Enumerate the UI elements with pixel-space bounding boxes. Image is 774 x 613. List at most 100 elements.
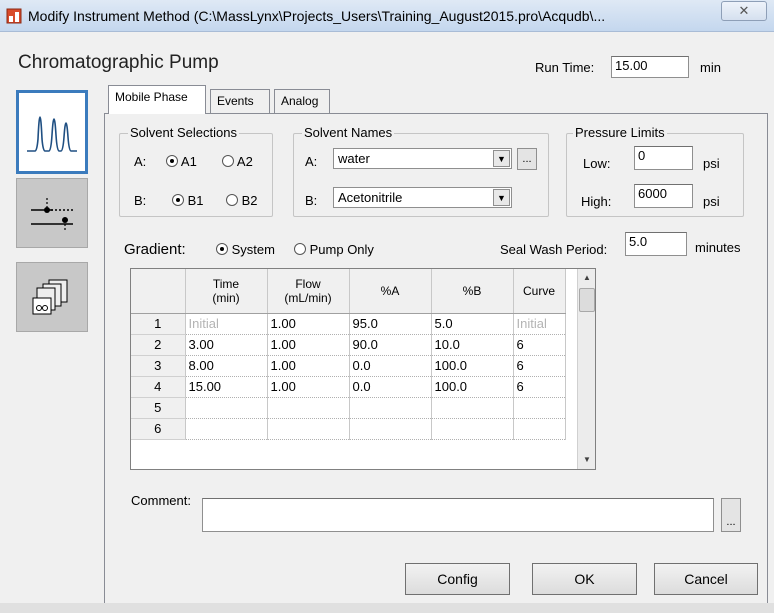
radio-b2-circle[interactable] — [226, 194, 238, 206]
valve-icon — [31, 198, 73, 232]
radio-a1[interactable]: A1 — [166, 154, 197, 169]
seal-wash-unit: minutes — [695, 240, 741, 255]
row-number: 5 — [131, 397, 186, 419]
sidebar-item-chromatogram[interactable] — [16, 90, 88, 174]
gradient-table[interactable]: Time (min) Flow (mL/min) %A %B Curve 1 In… — [130, 268, 596, 470]
tab-events[interactable]: Events — [210, 89, 270, 113]
scroll-up-icon[interactable]: ▲ — [578, 269, 595, 287]
gradient-label: Gradient: — [124, 241, 186, 258]
table-row[interactable]: 4 15.00 1.00 0.0 100.0 6 — [131, 376, 566, 398]
chromatogram-icon — [27, 116, 77, 152]
table-header-row: Time (min) Flow (mL/min) %A %B Curve — [131, 269, 566, 314]
percent-b-cell[interactable]: 100.0 — [431, 355, 514, 377]
percent-a-cell[interactable]: 0.0 — [349, 355, 432, 377]
radio-pump-only-label: Pump Only — [309, 242, 374, 257]
percent-b-cell[interactable]: 5.0 — [431, 313, 514, 335]
close-button[interactable]: ✕ — [721, 1, 767, 21]
radio-a1-circle[interactable] — [166, 155, 178, 167]
percent-a-cell[interactable]: 95.0 — [349, 313, 432, 335]
page-title: Chromatographic Pump — [18, 52, 219, 73]
solvent-b-label: B: — [305, 193, 318, 208]
percent-a-cell[interactable] — [349, 418, 432, 440]
time-cell[interactable] — [185, 418, 268, 440]
tab-analog[interactable]: Analog — [274, 89, 330, 113]
flow-cell[interactable]: 1.00 — [267, 355, 350, 377]
radio-a2[interactable]: A2 — [222, 154, 253, 169]
percent-a-cell[interactable]: 0.0 — [349, 376, 432, 398]
table-row[interactable]: 2 3.00 1.00 90.0 10.0 6 — [131, 334, 566, 356]
table-row[interactable]: 3 8.00 1.00 0.0 100.0 6 — [131, 355, 566, 377]
table-row[interactable]: 1 Initial 1.00 95.0 5.0 Initial — [131, 313, 566, 335]
radio-system[interactable]: System — [216, 242, 275, 257]
row-number: 4 — [131, 376, 186, 398]
table-row[interactable]: 6 — [131, 418, 566, 440]
time-cell[interactable]: 15.00 — [185, 376, 268, 398]
percent-b-cell[interactable]: 100.0 — [431, 376, 514, 398]
percent-b-cell[interactable]: 10.0 — [431, 334, 514, 356]
percent-b-cell[interactable] — [431, 397, 514, 419]
bottom-edge — [0, 603, 774, 613]
pressure-low-unit: psi — [703, 156, 720, 171]
solvent-b-value: Acetonitrile — [338, 190, 403, 205]
radio-pump-only[interactable]: Pump Only — [294, 242, 374, 257]
pressure-high-unit: psi — [703, 194, 720, 209]
pressure-low-input[interactable]: 0 — [634, 146, 693, 170]
close-icon: ✕ — [738, 3, 750, 18]
chevron-down-icon[interactable]: ▼ — [493, 150, 510, 167]
scroll-down-icon[interactable]: ▼ — [578, 451, 595, 469]
radio-system-label: System — [231, 242, 275, 257]
run-time-input[interactable]: 15.00 — [611, 56, 689, 78]
run-time-unit: min — [700, 60, 721, 75]
pressure-low-label: Low: — [583, 156, 611, 171]
flow-cell[interactable]: 1.00 — [267, 376, 350, 398]
flow-cell[interactable]: 1.00 — [267, 313, 350, 335]
curve-cell[interactable]: Initial — [513, 313, 566, 335]
flow-cell[interactable] — [267, 397, 350, 419]
radio-b1[interactable]: B1 — [172, 193, 204, 208]
percent-a-header: %A — [349, 269, 432, 314]
solvent-a-select[interactable]: water ▼ — [333, 148, 512, 169]
curve-cell[interactable] — [513, 397, 566, 419]
radio-b2[interactable]: B2 — [226, 193, 258, 208]
curve-cell[interactable]: 6 — [513, 376, 566, 398]
curve-cell[interactable]: 6 — [513, 334, 566, 356]
curve-cell[interactable] — [513, 418, 566, 440]
time-cell[interactable]: 8.00 — [185, 355, 268, 377]
flow-header: Flow (mL/min) — [267, 269, 350, 314]
percent-a-cell[interactable]: 90.0 — [349, 334, 432, 356]
config-button[interactable]: Config — [405, 563, 510, 595]
radio-pump-only-circle[interactable] — [294, 243, 306, 255]
pressure-high-input[interactable]: 6000 — [634, 184, 693, 208]
solvent-browse-button[interactable]: ... — [517, 148, 537, 170]
percent-a-cell[interactable] — [349, 397, 432, 419]
radio-a2-circle[interactable] — [222, 155, 234, 167]
flow-cell[interactable]: 1.00 — [267, 334, 350, 356]
table-scrollbar[interactable]: ▲ ▼ — [577, 269, 595, 469]
flow-cell[interactable] — [267, 418, 350, 440]
time-cell[interactable]: Initial — [185, 313, 268, 335]
row-b-label: B: — [134, 193, 147, 208]
chevron-down-icon[interactable]: ▼ — [493, 189, 510, 206]
ok-button[interactable]: OK — [532, 563, 637, 595]
curve-header: Curve — [513, 269, 566, 314]
row-number: 3 — [131, 355, 186, 377]
row-number: 1 — [131, 313, 186, 335]
comment-browse-button[interactable]: ... — [721, 498, 741, 532]
sidebar-item-valve[interactable] — [16, 178, 88, 248]
percent-b-cell[interactable] — [431, 418, 514, 440]
pressure-high-label: High: — [581, 194, 612, 209]
radio-system-circle[interactable] — [216, 243, 228, 255]
seal-wash-input[interactable]: 5.0 — [625, 232, 687, 256]
table-row[interactable]: 5 — [131, 397, 566, 419]
solvent-b-select[interactable]: Acetonitrile ▼ — [333, 187, 512, 208]
comment-input[interactable] — [202, 498, 714, 532]
cancel-button[interactable]: Cancel — [654, 563, 758, 595]
tab-mobile-phase[interactable]: Mobile Phase — [108, 85, 206, 114]
scroll-thumb[interactable] — [579, 288, 595, 312]
sidebar-item-solvents[interactable] — [16, 262, 88, 332]
time-cell[interactable] — [185, 397, 268, 419]
percent-b-header: %B — [431, 269, 514, 314]
curve-cell[interactable]: 6 — [513, 355, 566, 377]
time-cell[interactable]: 3.00 — [185, 334, 268, 356]
radio-b1-circle[interactable] — [172, 194, 184, 206]
